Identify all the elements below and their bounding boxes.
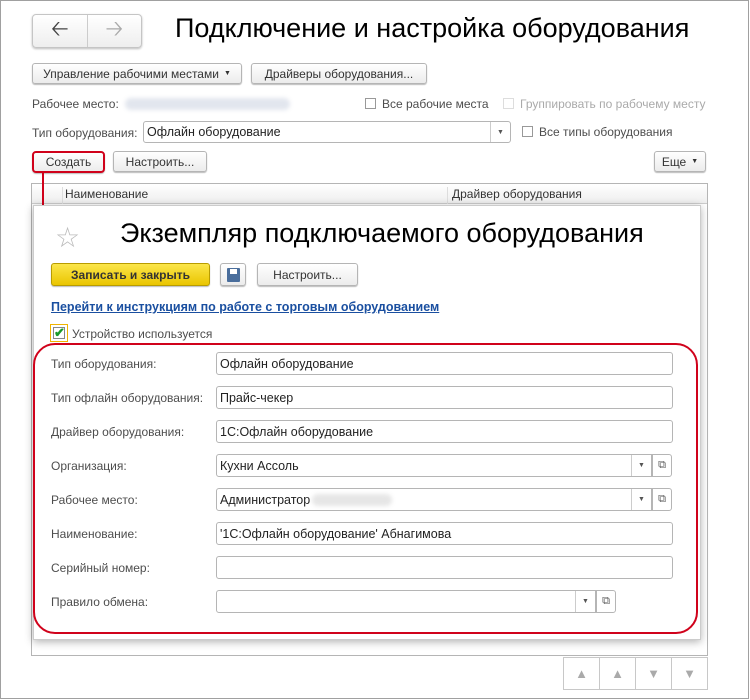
dropdown-icon: ▼ [223,70,231,77]
exchange-rule-select[interactable]: ▼ [216,590,596,613]
save-close-button[interactable]: Записать и закрыть [51,263,210,286]
field-label-driver: Драйвер оборудования: [51,425,185,439]
open-organization-icon[interactable]: ⧉ [652,454,672,477]
driver-field[interactable]: 1С:Офлайн оборудование [216,420,673,443]
workplace-blurred [312,493,393,506]
table-header: Наименование Драйвер оборудования [32,184,707,204]
offline-type-field[interactable]: Прайс-чекер [216,386,673,409]
forward-arrow-icon[interactable]: 🡢 [88,15,142,47]
page-title: Подключение и настройка оборудования [175,13,690,43]
floppy-disk-icon [226,267,240,282]
back-arrow-icon[interactable]: 🡠 [33,15,88,47]
equipment-type-label: Тип оборудования: [32,126,138,140]
column-header-name[interactable]: Наименование [62,187,447,204]
dropdown-icon: ▼ [691,158,699,165]
workplace-value-blurred [125,98,290,110]
star-icon[interactable]: ☆ [55,221,80,254]
instructions-link[interactable]: Перейти к инструкциям по работе с торгов… [51,300,439,314]
more-label: Еще [661,154,687,169]
workplaces-label: Управление рабочими местами [43,66,219,81]
configure-button[interactable]: Настроить... [113,151,207,172]
dialog-configure-button[interactable]: Настроить... [257,263,358,286]
save-button[interactable] [220,263,246,286]
move-down-icon[interactable]: ▼ [635,657,672,690]
field-value: Офлайн оборудование [220,356,354,371]
dialog-title: Экземпляр подключаемого оборудования [120,218,644,248]
field-label-organization: Организация: [51,459,127,473]
field-value: Прайс-чекер [220,390,294,405]
workplace-select[interactable]: Администратор ▼ [216,488,652,511]
dropdown-icon[interactable]: ▼ [575,591,595,612]
dropdown-icon[interactable]: ▼ [631,455,651,476]
field-value: '1С:Офлайн оборудование' Абнагимова [220,526,452,541]
all-workplaces-checkbox[interactable] [365,98,376,109]
checkmark-icon: ✔ [53,325,65,340]
equipment-type-field[interactable]: Офлайн оборудование [216,352,673,375]
open-workplace-icon[interactable]: ⧉ [652,488,672,511]
dropdown-icon[interactable]: ▼ [490,122,510,142]
field-label-equipment-type: Тип оборудования: [51,357,157,371]
field-value: 1С:Офлайн оборудование [220,424,374,439]
name-field[interactable]: '1С:Офлайн оборудование' Абнагимова [216,522,673,545]
dropdown-icon[interactable]: ▼ [631,489,651,510]
field-value: Кухни Ассоль [220,458,299,473]
group-by-workplace-checkbox[interactable] [503,98,514,109]
history-nav: 🡠 🡢 [32,14,142,48]
column-header-driver[interactable]: Драйвер оборудования [447,187,582,204]
device-used-checkbox[interactable]: ✔ [50,324,68,342]
all-types-checkbox[interactable] [522,126,533,137]
field-label-offline-type: Тип офлайн оборудования: [51,391,204,405]
field-value: Администратор [220,492,311,507]
move-first-icon[interactable]: ▲ [563,657,600,690]
drivers-button[interactable]: Драйверы оборудования... [251,63,427,84]
serial-number-field[interactable] [216,556,673,579]
more-button[interactable]: Еще ▼ [654,151,706,172]
workplaces-button[interactable]: Управление рабочими местами ▼ [32,63,242,84]
device-used-label: Устройство используется [72,327,213,341]
move-up-icon[interactable]: ▲ [599,657,636,690]
workplace-label: Рабочее место: [32,97,119,111]
open-exchange-rule-icon[interactable]: ⧉ [596,590,616,613]
group-by-workplace-label: Группировать по рабочему месту [520,97,706,111]
field-label-name: Наименование: [51,527,138,541]
equipment-type-select[interactable]: Офлайн оборудование ▼ [143,121,511,143]
field-label-exchange-rule: Правило обмена: [51,595,149,609]
create-button[interactable]: Создать [32,151,105,173]
equipment-type-value: Офлайн оборудование [147,125,281,139]
field-label-workplace: Рабочее место: [51,493,138,507]
move-last-icon[interactable]: ▼ [671,657,708,690]
all-workplaces-label: Все рабочие места [382,97,489,111]
organization-select[interactable]: Кухни Ассоль ▼ [216,454,652,477]
all-types-label: Все типы оборудования [539,125,673,139]
field-label-serial: Серийный номер: [51,561,150,575]
